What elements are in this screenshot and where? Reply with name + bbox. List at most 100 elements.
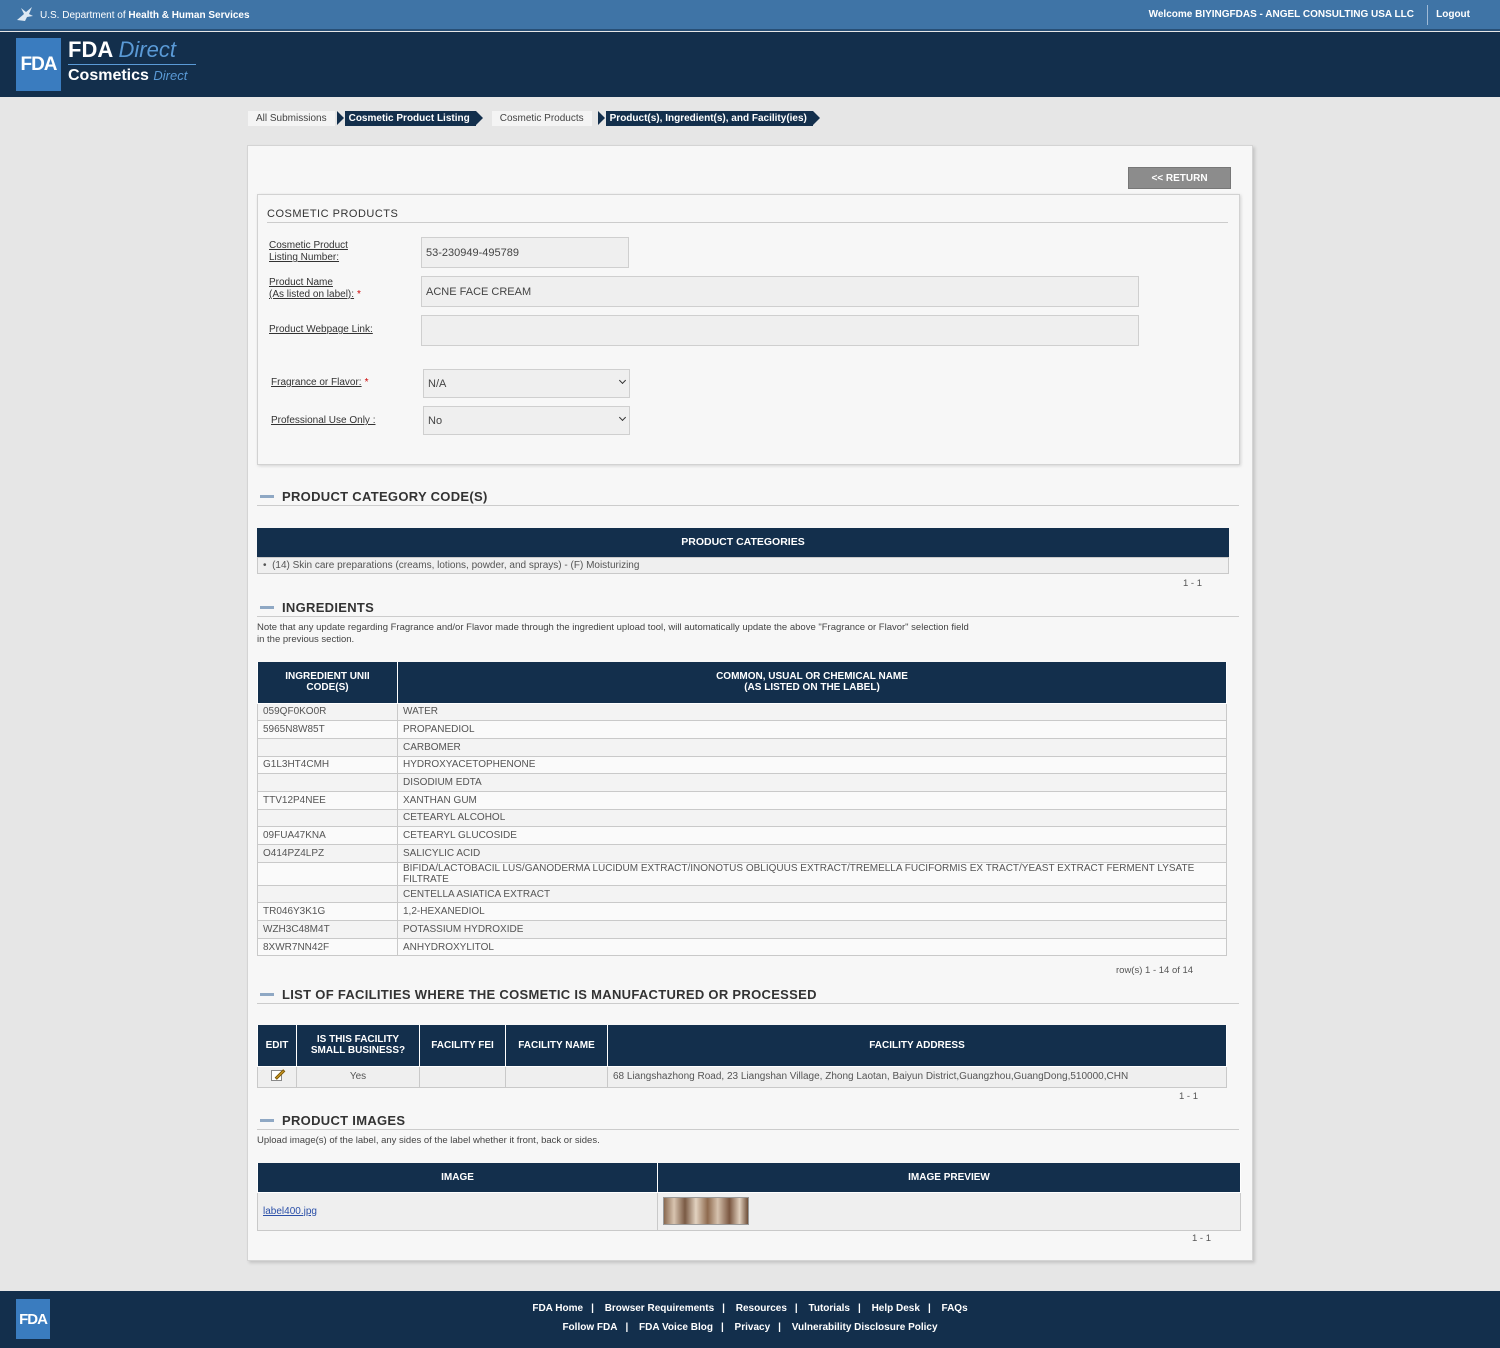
facility-fei-cell — [419, 1065, 506, 1088]
col-small-business[interactable]: IS THIS FACILITY SMALL BUSINESS? — [296, 1025, 420, 1067]
cosmetic-products-form: COSMETIC PRODUCTS Cosmetic Product Listi… — [257, 194, 1240, 465]
footer-link-privacy[interactable]: Privacy — [735, 1322, 771, 1333]
footer-link-resources[interactable]: Resources — [736, 1303, 787, 1314]
col-chemical-name[interactable]: COMMON, USUAL OR CHEMICAL NAME (AS LISTED… — [397, 662, 1227, 704]
hhs-text: U.S. Department of Health & Human Servic… — [40, 10, 250, 21]
chevron-down-icon — [618, 413, 627, 422]
divider — [267, 222, 1228, 223]
footer-link-fda-voice-blog[interactable]: FDA Voice Blog — [639, 1322, 713, 1333]
image-file-link[interactable]: label400.jpg — [263, 1206, 317, 1217]
logout-link[interactable]: Logout — [1436, 9, 1470, 20]
facilities-pager: 1 - 1 — [1179, 1091, 1199, 1102]
breadcrumb-cosmetic-product-listing[interactable]: Cosmetic Product Listing — [336, 111, 483, 126]
table-row: Yes 68 Liangshazhong Road, 23 Liangshan … — [257, 1065, 1227, 1088]
footer-link-faqs[interactable]: FAQs — [942, 1303, 968, 1314]
breadcrumb: All Submissions Cosmetic Product Listing… — [248, 111, 829, 126]
unii-code-cell: 5965N8W85T — [257, 720, 398, 739]
collapse-icon — [260, 606, 274, 609]
footer-link-follow-fda[interactable]: Follow FDA — [562, 1322, 617, 1333]
collapse-icon — [260, 495, 274, 498]
table-row: 5965N8W85T PROPANEDIOL — [257, 720, 1227, 739]
chemical-name-cell: CARBOMER — [397, 737, 1227, 757]
edit-icon[interactable] — [270, 1069, 285, 1081]
col-unii-code[interactable]: INGREDIENT UNII CODE(S) — [257, 662, 398, 704]
image-preview-cell — [657, 1191, 1241, 1231]
unii-code-cell: G1L3HT4CMH — [257, 755, 398, 775]
footer-link-help-desk[interactable]: Help Desk — [872, 1303, 920, 1314]
divider — [257, 616, 1239, 617]
webpage-link-field[interactable] — [421, 315, 1139, 346]
unii-code-cell: 8XWR7NN42F — [257, 937, 398, 957]
site-header: FDA FDA Direct Cosmetics Direct — [0, 32, 1500, 97]
table-row: DISODIUM EDTA — [257, 773, 1227, 792]
col-image-preview[interactable]: IMAGE PREVIEW — [657, 1163, 1241, 1193]
ingredients-heading[interactable]: INGREDIENTS — [260, 600, 374, 615]
gov-bar: U.S. Department of Health & Human Servic… — [0, 0, 1500, 31]
fda-logo[interactable]: FDA — [16, 38, 61, 91]
professional-use-select[interactable]: No — [423, 406, 630, 435]
images-note: Upload image(s) of the label, any sides … — [257, 1135, 600, 1146]
chemical-name-cell: CETEARYL ALCOHOL — [397, 808, 1227, 828]
unii-code-cell: WZH3C48M4T — [257, 920, 398, 939]
hhs-branding[interactable]: U.S. Department of Health & Human Servic… — [16, 6, 250, 25]
listing-number-label: Cosmetic Product Listing Number: — [269, 240, 348, 263]
table-row: G1L3HT4CMH HYDROXYACETOPHENONE — [257, 755, 1227, 775]
ingredients-pager: row(s) 1 - 14 of 14 — [1116, 965, 1194, 976]
chemical-name-cell: XANTHAN GUM — [397, 790, 1227, 810]
chemical-name-cell: CETEARYL GLUCOSIDE — [397, 826, 1227, 845]
product-category-heading[interactable]: PRODUCT CATEGORY CODE(S) — [260, 489, 488, 504]
col-facility-address[interactable]: FACILITY ADDRESS — [607, 1025, 1227, 1067]
chevron-down-icon — [618, 376, 627, 385]
unii-code-cell — [257, 808, 398, 828]
unii-code-cell — [257, 737, 398, 757]
return-button[interactable]: << RETURN — [1128, 167, 1231, 189]
webpage-link-label: Product Webpage Link: — [269, 324, 373, 335]
breadcrumb-all-submissions[interactable]: All Submissions — [248, 111, 335, 126]
footer-link-fda-home[interactable]: FDA Home — [532, 1303, 583, 1314]
small-business-cell: Yes — [296, 1065, 420, 1088]
category-item: • (14) Skin care preparations (creams, l… — [257, 557, 1229, 574]
form-title: COSMETIC PRODUCTS — [267, 208, 399, 220]
chemical-name-cell: POTASSIUM HYDROXIDE — [397, 920, 1227, 939]
facility-address-cell: 68 Liangshazhong Road, 23 Liangshan Vill… — [607, 1065, 1227, 1088]
table-row: BIFIDA/LACTOBACIL LUS/GANODERMA LUCIDUM … — [257, 861, 1227, 886]
col-edit[interactable]: EDIT — [257, 1025, 297, 1067]
col-facility-name[interactable]: FACILITY NAME — [505, 1025, 608, 1067]
chemical-name-cell: BIFIDA/LACTOBACIL LUS/GANODERMA LUCIDUM … — [397, 861, 1227, 886]
facilities-heading[interactable]: LIST OF FACILITIES WHERE THE COSMETIC IS… — [260, 987, 817, 1002]
facilities-table: EDIT IS THIS FACILITY SMALL BUSINESS? FAC… — [257, 1025, 1227, 1088]
listing-number-field[interactable]: 53-230949-495789 — [421, 237, 629, 268]
table-row: WZH3C48M4T POTASSIUM HYDROXIDE — [257, 920, 1227, 939]
image-file-cell: label400.jpg — [257, 1191, 658, 1231]
fda-direct-cosmetics-logo: FDA Direct Cosmetics Direct — [68, 38, 196, 86]
ingredients-table: INGREDIENT UNII CODE(S) COMMON, USUAL OR … — [257, 662, 1227, 957]
divider — [257, 1129, 1239, 1130]
unii-code-cell: TTV12P4NEE — [257, 790, 398, 810]
ingredients-note: Note that any update regarding Fragrance… — [257, 622, 969, 645]
product-name-field[interactable]: ACNE FACE CREAM — [421, 276, 1139, 307]
footer-link-tutorials[interactable]: Tutorials — [809, 1303, 850, 1314]
divider — [257, 1003, 1239, 1004]
chemical-name-cell: WATER — [397, 702, 1227, 722]
chemical-name-cell: ANHYDROXYLITOL — [397, 937, 1227, 957]
divider — [1427, 5, 1428, 25]
footer-link-browser-requirements[interactable]: Browser Requirements — [605, 1303, 714, 1314]
table-row: 059QF0KO0R WATER — [257, 702, 1227, 722]
col-image[interactable]: IMAGE — [257, 1163, 658, 1193]
col-facility-fei[interactable]: FACILITY FEI — [419, 1025, 506, 1067]
unii-code-cell: 09FUA47KNA — [257, 826, 398, 845]
product-images-heading[interactable]: PRODUCT IMAGES — [260, 1113, 405, 1128]
fragrance-select[interactable]: N/A — [423, 369, 630, 398]
table-row: O414PZ4LPZ SALICYLIC ACID — [257, 844, 1227, 863]
table-row: 09FUA47KNA CETEARYL GLUCOSIDE — [257, 826, 1227, 845]
breadcrumb-products-ingredients-facilities[interactable]: Product(s), Ingredient(s), and Facility(… — [597, 111, 821, 126]
fragrance-label: Fragrance or Flavor: * — [271, 377, 369, 388]
breadcrumb-cosmetic-products[interactable]: Cosmetic Products — [491, 111, 592, 126]
footer-link-vulnerability-disclosure-policy[interactable]: Vulnerability Disclosure Policy — [792, 1322, 938, 1333]
chemical-name-cell: CENTELLA ASIATICA EXTRACT — [397, 884, 1227, 904]
footer-links-row-1: FDA Home | Browser Requirements | Resource… — [532, 1303, 968, 1314]
table-row: 8XWR7NN42F ANHYDROXYLITOL — [257, 937, 1227, 957]
label-image-thumbnail[interactable] — [663, 1197, 749, 1225]
required-mark: * — [357, 289, 361, 300]
chemical-name-cell: HYDROXYACETOPHENONE — [397, 755, 1227, 775]
